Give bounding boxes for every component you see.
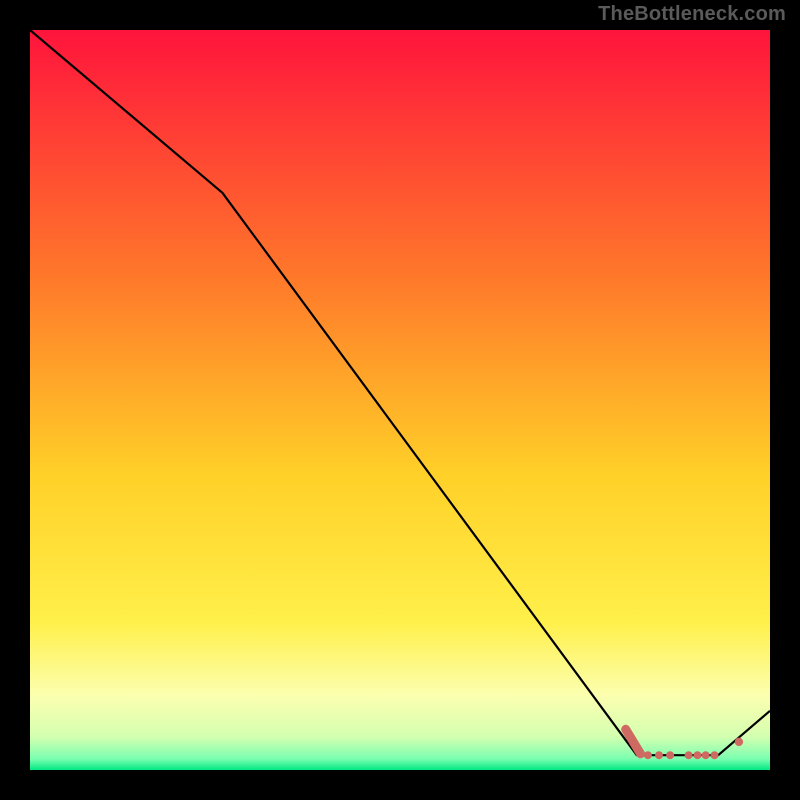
plot-svg bbox=[30, 30, 770, 770]
marker-dot bbox=[693, 751, 701, 759]
watermark-text: TheBottleneck.com bbox=[598, 3, 786, 26]
marker-dot bbox=[644, 751, 652, 759]
marker-dot bbox=[655, 751, 663, 759]
gradient-background bbox=[30, 30, 770, 770]
marker-dot bbox=[633, 744, 641, 752]
marker-dot bbox=[685, 751, 693, 759]
marker-dot bbox=[666, 751, 674, 759]
plot-area bbox=[30, 30, 770, 770]
marker-dot bbox=[711, 751, 719, 759]
chart-frame: TheBottleneck.com bbox=[0, 0, 800, 800]
marker-dot bbox=[735, 738, 743, 746]
marker-dot bbox=[702, 751, 710, 759]
